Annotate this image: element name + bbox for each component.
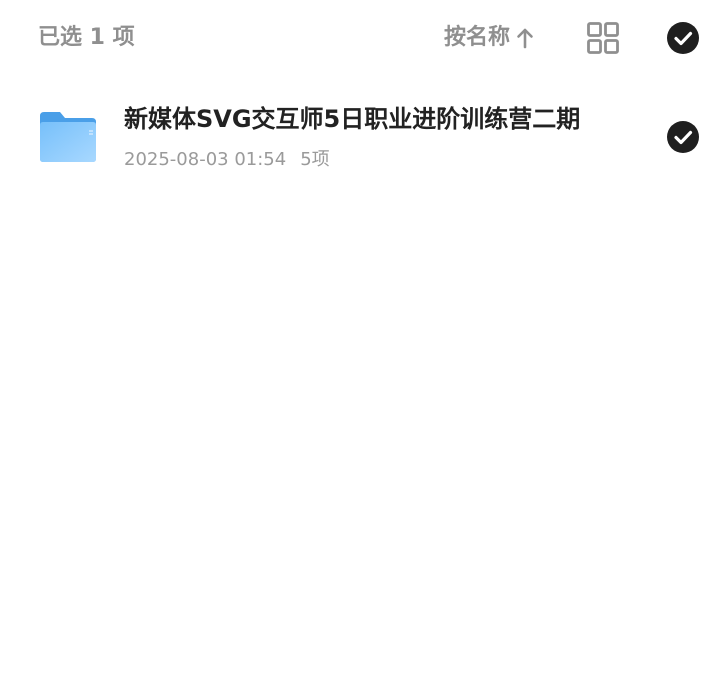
sort-by-name-button[interactable]: 按名称 [444,22,534,54]
selected-count: 已选 1 项 [38,25,135,50]
folder-icon [40,112,96,162]
file-selection-page: 已选 1 项 按名称 新媒体SVG交互师5日职业进阶训练营二期 2025-08-… [0,0,714,691]
selection-header: 已选 1 项 按名称 [0,0,714,78]
file-name: 新媒体SVG交互师5日职业进阶训练营二期 [124,105,581,133]
grid-view-icon[interactable] [586,21,620,55]
file-item-count: 5项 [300,149,330,170]
file-date: 2025-08-03 01:54 [124,149,287,170]
sort-label: 按名称 [444,25,511,50]
file-row[interactable]: 新媒体SVG交互师5日职业进阶训练营二期 2025-08-03 01:54 5项 [0,90,714,186]
arrow-up-icon [517,28,533,49]
row-selected-check-icon[interactable] [666,120,700,154]
select-all-check-icon[interactable] [666,21,700,55]
file-meta: 2025-08-03 01:54 5项 [124,146,330,174]
